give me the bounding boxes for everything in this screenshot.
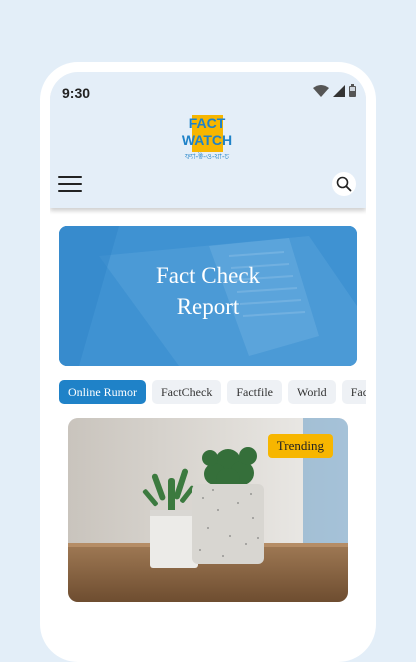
app-screen: 9:30 FACT WATCH ফ্যা-ক্ট-ও-য়া-চ Fact Ch… — [50, 72, 366, 632]
banner-title-line1: Fact Check — [155, 263, 261, 288]
trending-article-card[interactable]: Trending — [68, 418, 348, 602]
battery-icon — [349, 84, 356, 97]
app-header: 9:30 FACT WATCH ফ্যা-ক্ট-ও-য়া-চ — [50, 72, 366, 208]
fact-check-report-banner[interactable]: Fact Check Report — [59, 226, 357, 366]
banner-title: Fact Check Report — [59, 260, 357, 322]
menu-button[interactable] — [58, 176, 82, 194]
tab-factcheck[interactable]: FactCheck — [152, 380, 222, 404]
category-tabs: Online Rumor FactCheck Factfile World Fa… — [59, 380, 366, 404]
status-icons — [313, 84, 356, 97]
banner-title-line2: Report — [176, 294, 240, 319]
svg-text:WATCH: WATCH — [182, 132, 232, 148]
tab-factfile[interactable]: Factfile — [227, 380, 282, 404]
status-time: 9:30 — [62, 85, 91, 101]
wifi-icon — [313, 84, 329, 97]
tab-world[interactable]: World — [287, 380, 336, 404]
tab-online-rumor[interactable]: Online Rumor — [59, 380, 146, 404]
svg-text:ফ্যা-ক্ট-ও-য়া-চ: ফ্যা-ক্ট-ও-য়া-চ — [184, 152, 230, 161]
search-icon — [336, 176, 352, 192]
tab-partial[interactable]: Fac — [341, 380, 366, 404]
signal-icon — [333, 84, 345, 97]
svg-text:FACT: FACT — [189, 115, 226, 131]
search-button[interactable] — [332, 172, 356, 196]
trending-badge: Trending — [267, 434, 333, 458]
factwatch-logo: FACT WATCH ফ্যা-ক্ট-ও-য়া-চ — [182, 115, 232, 161]
